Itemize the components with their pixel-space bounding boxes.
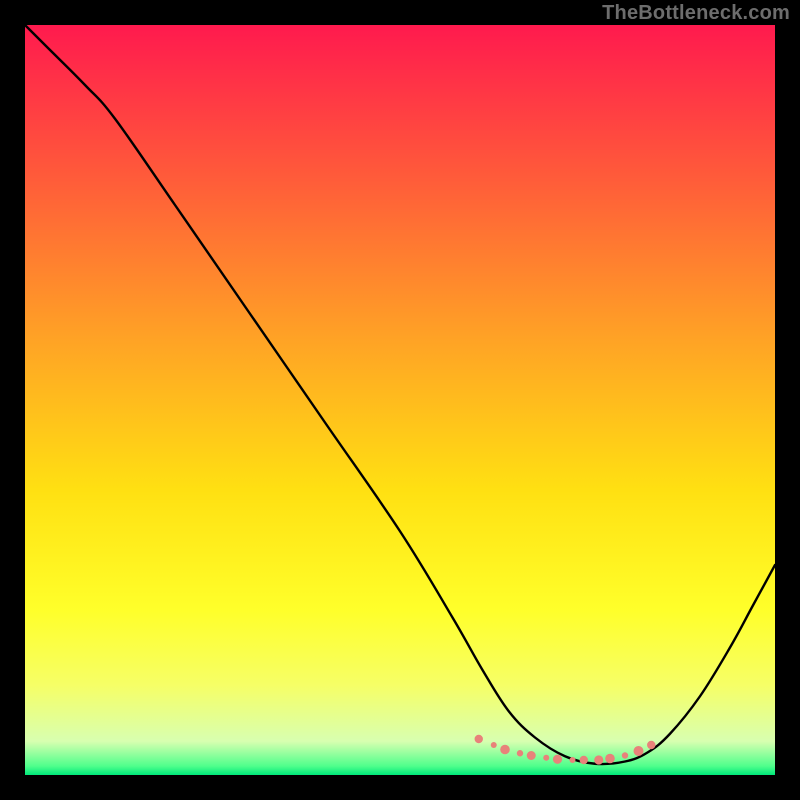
curve-layer	[25, 25, 775, 775]
valley-dot	[605, 754, 615, 764]
valley-dot	[500, 745, 510, 755]
valley-dot	[580, 756, 588, 764]
bottleneck-curve	[25, 25, 775, 764]
valley-dot	[594, 755, 603, 764]
valley-dot	[543, 755, 549, 761]
watermark-text: TheBottleneck.com	[602, 2, 790, 25]
valley-dot	[491, 742, 497, 748]
valley-dot	[553, 755, 562, 764]
valley-dot	[475, 735, 483, 743]
valley-dot	[634, 746, 644, 756]
plot-area	[25, 25, 775, 775]
valley-dot	[622, 752, 628, 758]
valley-dot	[527, 751, 536, 760]
valley-dot	[517, 750, 523, 756]
valley-dot	[570, 757, 576, 763]
valley-dot	[647, 741, 655, 749]
chart-frame: TheBottleneck.com	[0, 0, 800, 800]
